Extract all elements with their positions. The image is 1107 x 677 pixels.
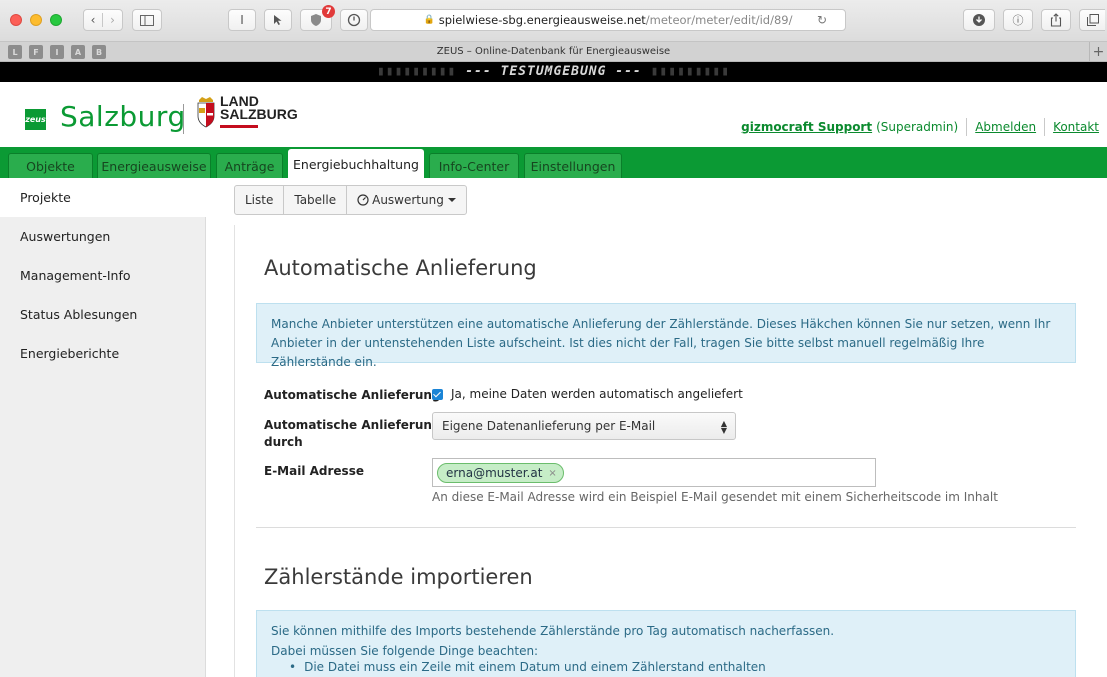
banner-text: --- TESTUMGEBUNG --- [465,64,642,79]
tab-energieausweise[interactable]: Energieausweise [97,153,211,178]
notification-count-badge: 7 [322,5,335,18]
email-tag[interactable]: erna@muster.at × [437,463,564,483]
tab-energiebuchhaltung[interactable]: Energiebuchhaltung [288,149,424,178]
info-alert-anlieferung: Manche Anbieter unterstützen eine automa… [256,303,1076,369]
land-salzburg-crest-icon [197,97,215,128]
logout-link[interactable]: Abmelden [975,120,1036,134]
import-info-line1: Sie können mithilfe des Imports bestehen… [271,624,835,638]
user-name-link[interactable]: gizmocraft Support [741,120,872,134]
chevron-right-icon[interactable]: › [103,13,122,27]
info-alert-import: Sie können mithilfe des Imports bestehen… [256,610,1076,677]
info-extension-button[interactable] [340,9,368,31]
sidebar-item-energieberichte[interactable]: Energieberichte [0,334,206,373]
tabs-overview-button[interactable] [1079,9,1105,31]
test-environment-banner: ▮▮▮▮▮▮▮▮▮ --- TESTUMGEBUNG --- ▮▮▮▮▮▮▮▮▮ [0,62,1107,82]
new-tab-button[interactable]: + [1089,42,1107,62]
chevron-left-icon[interactable]: ‹ [84,13,104,27]
user-role: (Superadmin) [876,120,959,134]
tab-info-center[interactable]: Info-Center [429,153,519,178]
contact-link[interactable]: Kontakt [1053,120,1099,134]
sidebar-item-management-info[interactable]: Management-Info [0,256,206,295]
auto-delivery-checkbox[interactable] [432,389,443,400]
section-title-automatische-anlieferung: Automatische Anlieferung [264,256,537,280]
shield-icon [311,14,321,26]
zoom-window-button[interactable] [50,14,62,26]
delivery-by-label-line2: durch [264,435,303,449]
tab-objekte[interactable]: Objekte [8,153,93,178]
delivery-by-label-line1: Automatische Anlieferung [264,418,441,432]
ublock-button[interactable]: 7 [300,5,335,31]
auto-delivery-label: Automatische Anlieferung [264,388,441,402]
browser-toolbar: ‹ › I 7 🔒 spielwiese-sbg.energieausweise… [0,0,1107,42]
header-divider [966,118,968,136]
tabs-icon [1086,14,1099,26]
url-host: spielwiese-sbg.energieausweise.net [438,13,646,27]
sidebar-icon [140,14,154,26]
caret-down-icon [447,198,456,202]
share-button[interactable] [1041,9,1071,31]
downloads-button[interactable] [963,9,995,31]
download-icon [973,14,985,26]
power-icon [347,13,361,27]
tab-einstellungen[interactable]: Einstellungen [524,153,622,178]
tab-antraege[interactable]: Anträge [216,153,283,178]
close-window-button[interactable] [10,14,22,26]
reader-icon: I [240,13,244,27]
tab-title[interactable]: ZEUS – Online-Datenbank für Energieauswe… [0,46,1107,57]
section-title-zaehlerstaende-importieren: Zählerstände importieren [264,565,533,589]
email-label: E-Mail Adresse [264,464,364,478]
auswertung-label: Auswertung [372,193,444,207]
share-icon [1050,13,1062,27]
tab-strip: L F I A B ZEUS – Online-Datenbank für En… [0,42,1107,62]
section-divider [256,527,1076,528]
header-divider [1044,118,1046,136]
land-underline [220,125,258,128]
liste-button[interactable]: Liste [235,186,285,214]
minimize-window-button[interactable] [30,14,42,26]
back-forward-buttons[interactable]: ‹ › [83,9,123,31]
lock-icon: 🔒 [423,15,435,25]
sidebar-item-status-ablesungen[interactable]: Status Ablesungen [0,295,206,334]
reader-button[interactable]: I [228,9,256,31]
info-icon: ⓘ [1012,14,1024,27]
header-links: gizmocraft Support (Superadmin) Abmelden… [741,118,1099,136]
reload-icon[interactable]: ↻ [817,13,827,27]
site-logo-text[interactable]: Salzburg [60,100,186,133]
zeus-logo-icon[interactable]: zeus [25,109,46,130]
sidebar-toggle-button[interactable] [132,9,162,31]
land-line-2: SALZBURG [220,106,298,122]
extension-button[interactable] [264,9,292,31]
sub-toolbar: Liste Tabelle Auswertung [234,185,467,215]
url-path: /meteor/meter/edit/id/89/ [645,13,793,27]
auto-delivery-checkbox-text[interactable]: Ja, meine Daten werden automatisch angel… [451,387,743,401]
select-arrows-icon: ▲ ▼ [720,419,727,435]
dashboard-icon [357,194,369,206]
remove-tag-icon[interactable]: × [548,468,556,479]
land-salzburg-logo[interactable]: LAND SALZBURG [220,94,298,122]
logo-divider [183,104,184,134]
import-requirements-list: Die Datei muss ein Zeile mit einem Datum… [271,657,1061,677]
cursor-icon [274,15,282,25]
tabelle-button[interactable]: Tabelle [284,186,348,214]
delivery-method-value: Eigene Datenanlieferung per E-Mail [442,419,656,433]
email-tag-input[interactable]: erna@muster.at × [432,458,876,487]
sidebar: Projekte Auswertungen Management-Info St… [0,178,206,677]
list-item: Die Datei muss ein Zeile mit einem Datum… [271,657,1061,677]
address-bar[interactable]: 🔒 spielwiese-sbg.energieausweise.net/met… [370,9,846,31]
banner-dots-right: ▮▮▮▮▮▮▮▮▮ [650,64,731,79]
auswertung-dropdown[interactable]: Auswertung [347,186,466,214]
info-button[interactable]: ⓘ [1003,9,1033,31]
email-help-text: An diese E-Mail Adresse wird ein Beispie… [432,490,998,504]
delivery-by-label: Automatische Anlieferung durch [264,417,441,451]
delivery-method-select[interactable]: Eigene Datenanlieferung per E-Mail ▲ ▼ [432,412,736,440]
email-tag-text: erna@muster.at [446,466,543,480]
sidebar-item-projekte[interactable]: Projekte [0,178,206,217]
sidebar-item-auswertungen[interactable]: Auswertungen [0,217,206,256]
main-navigation: Objekte Energieausweise Anträge Energieb… [0,147,1107,178]
banner-dots-left: ▮▮▮▮▮▮▮▮▮ [376,64,457,79]
